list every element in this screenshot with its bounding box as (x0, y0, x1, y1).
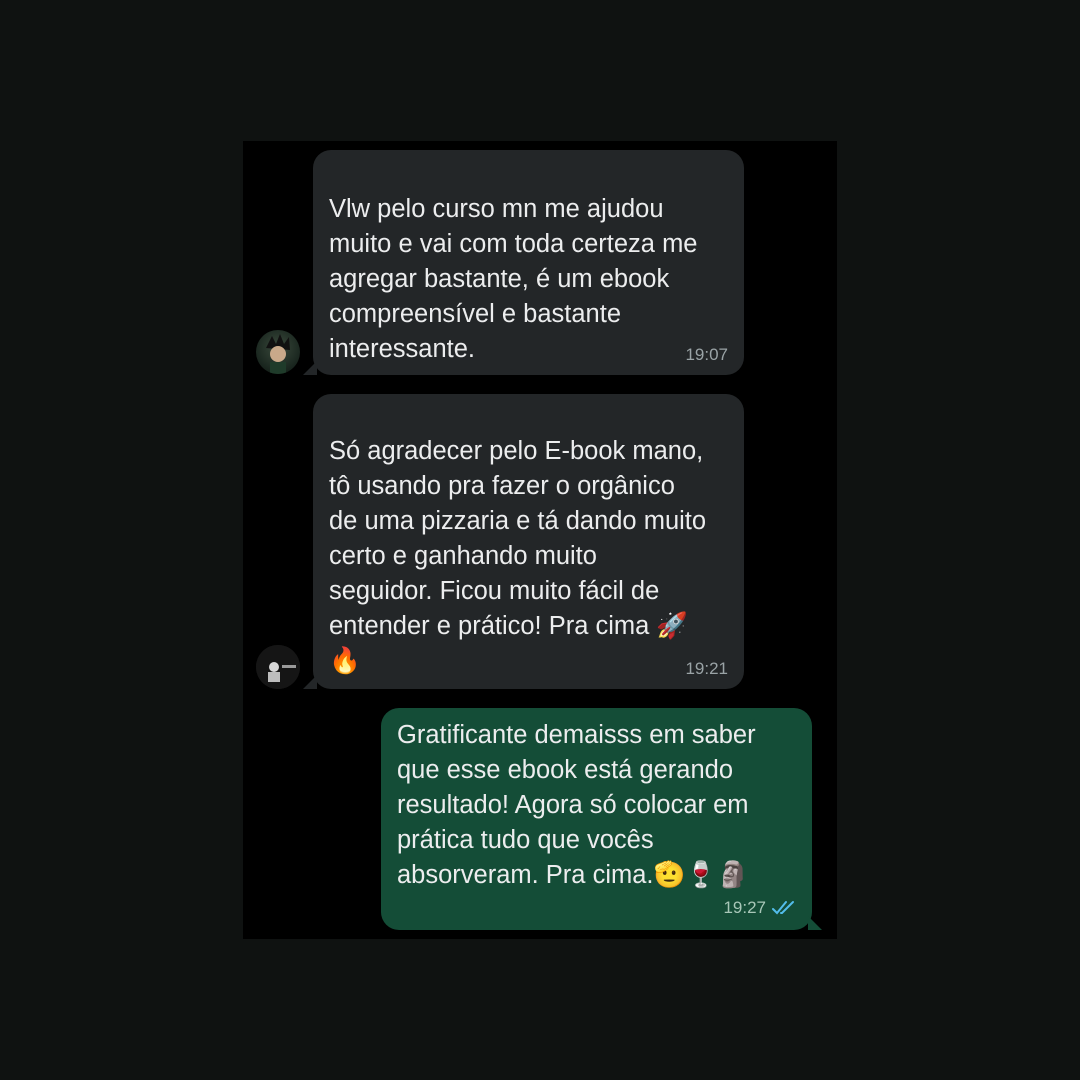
message-timestamp: 19:27 (723, 898, 766, 917)
message-text: Gratificante demaisss em saber que esse … (397, 721, 756, 889)
bubble-tail (303, 675, 317, 689)
bubble-tail (808, 916, 822, 930)
message-timestamp: 19:21 (685, 659, 728, 678)
message-text: Só agradecer pelo E-book mano, tô usando… (329, 437, 707, 675)
outgoing-message-bubble[interactable]: Gratificante demaisss em saber que esse … (381, 708, 822, 930)
profile-avatar-icon (266, 334, 290, 374)
message-text: Vlw pelo curso mn me ajudou muito e vai … (329, 195, 698, 363)
message-meta: 19:27 (723, 898, 798, 921)
bubble-tail (303, 361, 317, 375)
profile-avatar-icon (256, 645, 300, 689)
chat-screenshot: Vlw pelo curso mn me ajudou muito e vai … (243, 141, 837, 939)
incoming-message-bubble[interactable]: Só agradecer pelo E-book mano, tô usando… (303, 394, 744, 689)
double-check-read-icon (772, 900, 798, 921)
incoming-message-bubble[interactable]: Vlw pelo curso mn me ajudou muito e vai … (303, 150, 744, 375)
contact-avatar[interactable] (256, 330, 300, 374)
message-timestamp: 19:07 (685, 345, 728, 364)
contact-avatar[interactable] (256, 645, 300, 689)
